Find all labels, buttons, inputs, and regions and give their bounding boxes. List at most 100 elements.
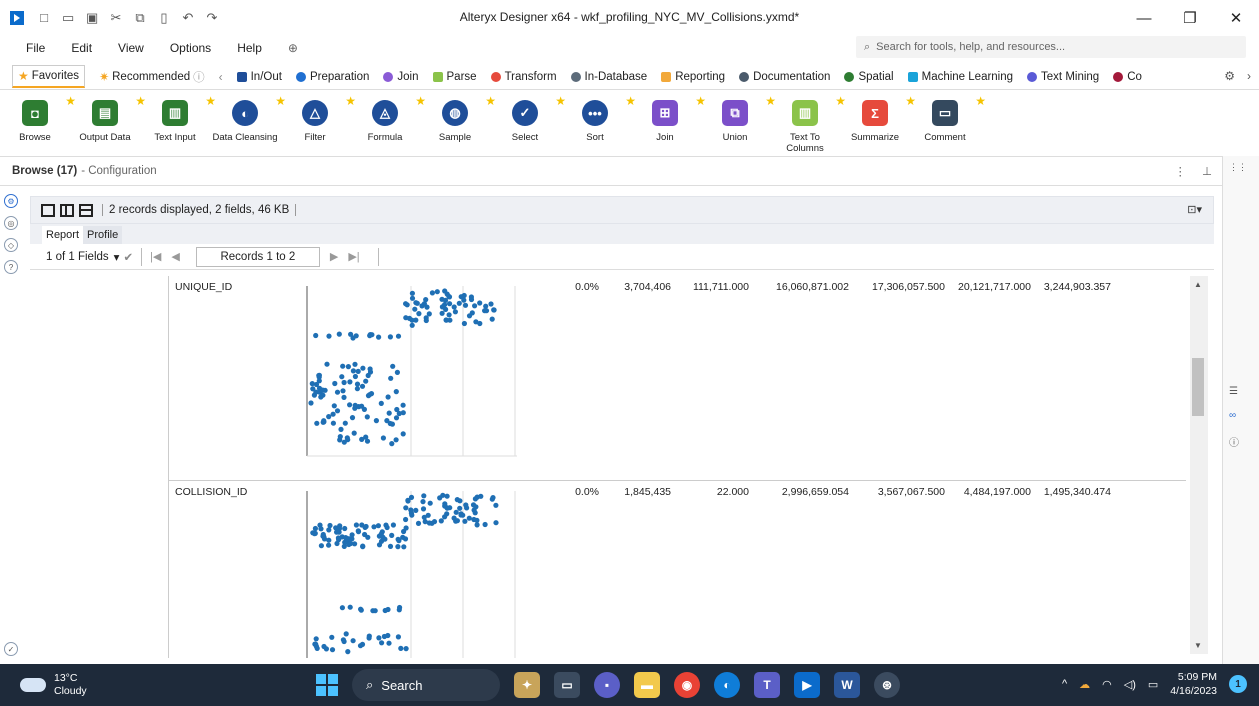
tab-favorites[interactable]: ★ Favorites: [12, 65, 86, 88]
tab-category-preparation[interactable]: Preparation: [295, 71, 369, 83]
tab-profile[interactable]: Profile: [83, 226, 123, 244]
tab-category-transform[interactable]: Transform: [490, 71, 557, 83]
tab-category-text-mining[interactable]: Text Mining: [1027, 71, 1099, 83]
weather-widget[interactable]: 13°C Cloudy: [20, 672, 87, 698]
volume-icon[interactable]: ◁): [1124, 678, 1136, 691]
taskbar-apps: ⌕ Search ✦ ▭ ▪ ▬ ◉ ◐ T ▶ W ⊛: [316, 669, 900, 701]
menu-help[interactable]: Help: [237, 41, 262, 55]
settings-gear-icon[interactable]: ⚙: [1224, 69, 1235, 83]
more-options-icon[interactable]: ⋮: [1174, 164, 1186, 178]
configuration-gear-icon[interactable]: ⚙: [4, 194, 18, 208]
fields-selector[interactable]: 1 of 1 Fields: [46, 251, 109, 263]
open-file-icon[interactable]: ▭: [62, 10, 74, 26]
copy-icon[interactable]: ⧉: [134, 10, 146, 26]
alteryx-taskbar-icon[interactable]: ▶: [794, 672, 820, 698]
taskbar-search[interactable]: ⌕ Search: [352, 669, 500, 701]
scroll-left-icon[interactable]: ‹: [219, 70, 223, 84]
task-view-icon[interactable]: ▭: [554, 672, 580, 698]
close-button[interactable]: ✕: [1213, 0, 1259, 36]
tray-expand-icon[interactable]: ^: [1062, 678, 1067, 690]
menu-options[interactable]: Options: [170, 41, 211, 55]
last-page-icon[interactable]: ▶|: [348, 250, 359, 263]
list-icon[interactable]: ☰: [1229, 386, 1238, 397]
widgets-app-icon[interactable]: ✦: [514, 672, 540, 698]
globe-icon[interactable]: ⊕: [288, 41, 298, 55]
file-explorer-icon[interactable]: ▬: [634, 672, 660, 698]
save-icon[interactable]: ▣: [86, 10, 98, 26]
tool-text-input[interactable]: ▥ ★ Text Input: [140, 94, 216, 143]
tab-recommended[interactable]: ✷ Recommended ⓘ: [99, 69, 205, 85]
clock[interactable]: 5:09 PM 4/16/2023: [1170, 670, 1217, 698]
binoculars-icon[interactable]: ∞: [1229, 410, 1236, 421]
word-icon[interactable]: W: [834, 672, 860, 698]
minimize-button[interactable]: —: [1121, 0, 1167, 36]
menu-view[interactable]: View: [118, 41, 144, 55]
tool-text-to-columns[interactable]: ▥ ★ Text To Columns: [770, 94, 846, 154]
next-page-icon[interactable]: ▶: [330, 250, 338, 263]
tool-union[interactable]: ⧉ ★ Union: [700, 94, 776, 143]
split-vertical-icon[interactable]: [60, 203, 74, 217]
prev-page-icon[interactable]: ◀: [171, 250, 179, 263]
panel-grip-icon[interactable]: ⋮⋮: [1229, 162, 1259, 173]
tool-filter[interactable]: △ ★ Filter: [280, 94, 356, 143]
help-icon[interactable]: ⓘ: [1229, 434, 1239, 449]
tag-icon[interactable]: ◇: [4, 238, 18, 252]
teams-chat-icon[interactable]: ▪: [594, 672, 620, 698]
wifi-icon[interactable]: ◠: [1102, 678, 1112, 691]
dropdown-caret-icon[interactable]: ▾: [114, 250, 120, 264]
tab-category-in-database[interactable]: In-Database: [570, 71, 647, 83]
export-dropdown-icon[interactable]: ⊡▾: [1187, 203, 1202, 216]
tab-report[interactable]: Report: [42, 226, 84, 244]
chatgpt-icon[interactable]: ⊛: [874, 672, 900, 698]
alteryx-logo-icon[interactable]: [10, 11, 24, 25]
tool-select[interactable]: ✓ ★ Select: [490, 94, 566, 143]
tab-category-co[interactable]: Co: [1113, 71, 1142, 83]
paste-icon[interactable]: ▯: [158, 10, 170, 26]
tool-sort[interactable]: ••• ★ Sort: [560, 94, 636, 143]
teams-icon[interactable]: T: [754, 672, 780, 698]
tool-join[interactable]: ⊞ ★ Join: [630, 94, 706, 143]
scroll-up-icon[interactable]: ▲: [1194, 280, 1202, 289]
tool-search-input[interactable]: ⌕ Search for tools, help, and resources.…: [856, 36, 1246, 58]
first-page-icon[interactable]: |◀: [150, 250, 161, 263]
plot-point: [378, 400, 384, 406]
onedrive-icon[interactable]: ☁: [1079, 678, 1090, 691]
scroll-right-icon[interactable]: ›: [1247, 69, 1251, 83]
tool-output-data[interactable]: ▤ ★ Output Data: [70, 94, 146, 143]
cut-icon[interactable]: ✂: [110, 10, 122, 26]
properties-icon[interactable]: ◎: [4, 216, 18, 230]
help-icon[interactable]: ?: [4, 260, 18, 274]
tool-comment[interactable]: ▭ ★ Comment: [910, 94, 986, 143]
notification-badge[interactable]: 1: [1229, 675, 1247, 693]
tool-formula[interactable]: ◬ ★ Formula: [350, 94, 426, 143]
redo-icon[interactable]: ↷: [206, 10, 218, 26]
split-horizontal-icon[interactable]: [79, 203, 93, 217]
tool-data-cleansing[interactable]: ◐ ★ Data Cleansing: [210, 94, 286, 143]
tool-summarize[interactable]: Σ ★ Summarize: [840, 94, 916, 143]
tab-category-spatial[interactable]: Spatial: [844, 71, 894, 83]
undo-icon[interactable]: ↶: [182, 10, 194, 26]
menu-file[interactable]: File: [26, 41, 45, 55]
single-view-icon[interactable]: [41, 203, 55, 217]
tool-browse[interactable]: ◘ ★ Browse: [0, 94, 76, 143]
windows-start-icon[interactable]: [316, 674, 338, 696]
scroll-down-icon[interactable]: ▼: [1194, 641, 1202, 650]
new-file-icon[interactable]: □: [38, 10, 50, 26]
tab-category-in-out[interactable]: In/Out: [236, 71, 282, 83]
tab-category-machine-learning[interactable]: Machine Learning: [907, 71, 1013, 83]
scrollbar-thumb[interactable]: [1192, 358, 1204, 416]
tab-category-parse[interactable]: Parse: [432, 71, 477, 83]
chrome-icon[interactable]: ◉: [674, 672, 700, 698]
tab-category-join[interactable]: Join: [383, 71, 419, 83]
check-circle-icon[interactable]: ✓: [4, 642, 18, 656]
battery-icon[interactable]: ▭: [1148, 678, 1158, 691]
tool-sample[interactable]: ◍ ★ Sample: [420, 94, 496, 143]
restore-button[interactable]: ❐: [1167, 0, 1213, 36]
menu-edit[interactable]: Edit: [71, 41, 92, 55]
report-scrollbar[interactable]: ▲ ▼: [1190, 276, 1208, 654]
pin-icon[interactable]: ⊥: [1202, 164, 1212, 178]
checkmark-icon[interactable]: ✔: [123, 250, 133, 264]
edge-icon[interactable]: ◐: [714, 672, 740, 698]
tab-category-documentation[interactable]: Documentation: [739, 71, 830, 83]
tab-category-reporting[interactable]: Reporting: [661, 71, 725, 83]
